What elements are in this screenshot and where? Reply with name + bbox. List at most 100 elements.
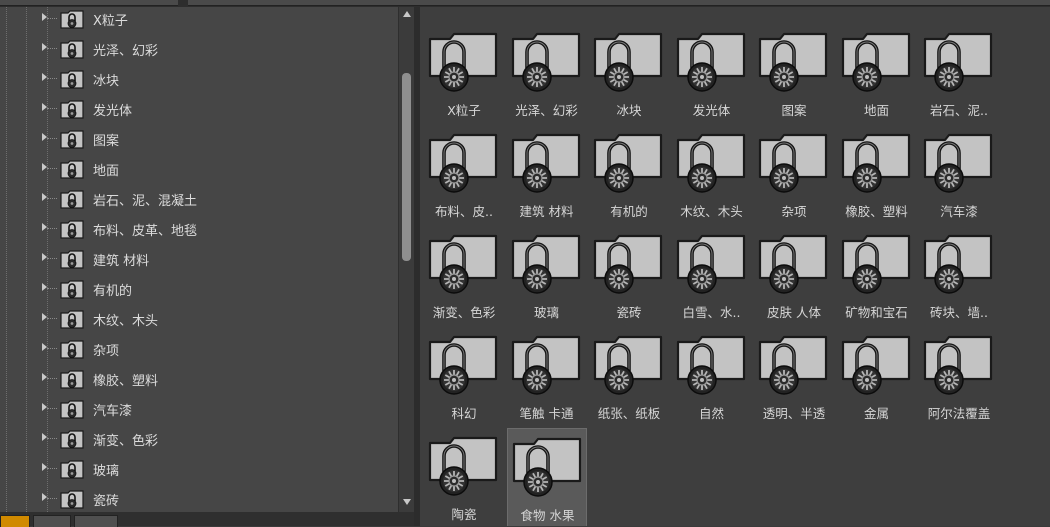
expand-arrow-icon[interactable] bbox=[42, 223, 47, 231]
scrollbar-thumb[interactable] bbox=[402, 73, 411, 261]
expand-arrow-icon[interactable] bbox=[42, 163, 47, 171]
tree-item[interactable]: 渐变、色彩 bbox=[0, 424, 398, 454]
scroll-up-arrow-icon[interactable] bbox=[403, 11, 411, 17]
tree-item[interactable]: 有机的 bbox=[0, 274, 398, 304]
locked-folder-icon bbox=[676, 30, 748, 94]
locked-folder-icon bbox=[60, 10, 84, 29]
material-folder-tile[interactable]: 砖块、墙.. bbox=[919, 226, 997, 323]
material-folder-tile[interactable]: 纸张、纸板 bbox=[589, 327, 667, 424]
expand-arrow-icon[interactable] bbox=[42, 343, 47, 351]
locked-folder-icon bbox=[60, 159, 84, 179]
locked-folder-icon bbox=[511, 131, 583, 195]
material-folder-tile[interactable]: 光泽、幻彩 bbox=[507, 24, 585, 121]
material-folder-tile[interactable]: 岩石、泥.. bbox=[919, 24, 997, 121]
expand-arrow-icon[interactable] bbox=[42, 433, 47, 441]
tree-item[interactable]: 建筑 材料 bbox=[0, 244, 398, 274]
tree-item[interactable]: 发光体 bbox=[0, 94, 398, 124]
material-folder-tile[interactable]: 自然 bbox=[672, 327, 750, 424]
folder-tile-label: 笔触 卡通 bbox=[519, 406, 574, 421]
tree-item[interactable]: 汽车漆 bbox=[0, 394, 398, 424]
material-folder-tile[interactable]: 白雪、水.. bbox=[672, 226, 750, 323]
material-folder-tile[interactable]: 橡胶、塑料 bbox=[837, 125, 915, 222]
material-folder-tile[interactable]: 木纹、木头 bbox=[672, 125, 750, 222]
tree-item[interactable]: 玻璃 bbox=[0, 454, 398, 484]
material-folder-tile[interactable]: 布料、皮.. bbox=[424, 125, 502, 222]
material-folder-tile[interactable]: 建筑 材料 bbox=[507, 125, 585, 222]
material-folder-tile[interactable]: 科幻 bbox=[424, 327, 502, 424]
tree-item[interactable]: 瓷砖 bbox=[0, 484, 398, 512]
tree-branch-line bbox=[47, 228, 57, 229]
folder-tile-label: 木纹、木头 bbox=[680, 204, 743, 219]
tree-item[interactable]: 橡胶、塑料 bbox=[0, 364, 398, 394]
toolbar-field-left[interactable] bbox=[0, 0, 178, 6]
locked-folder-icon bbox=[60, 310, 84, 329]
tree-item[interactable]: 光泽、幻彩 bbox=[0, 34, 398, 64]
tree-item[interactable]: 木纹、木头 bbox=[0, 304, 398, 334]
tree-item[interactable]: 地面 bbox=[0, 154, 398, 184]
tree-item[interactable]: 布料、皮革、地毯 bbox=[0, 214, 398, 244]
material-folder-tile[interactable]: 冰块 bbox=[589, 24, 667, 121]
expand-arrow-icon[interactable] bbox=[42, 193, 47, 201]
locked-folder-icon bbox=[428, 434, 500, 498]
folder-tile-label: 汽车漆 bbox=[940, 204, 978, 219]
tree-item[interactable]: 杂项 bbox=[0, 334, 398, 364]
material-folder-tile[interactable]: 图案 bbox=[754, 24, 832, 121]
toolbar-field-right[interactable] bbox=[188, 0, 1050, 6]
material-folder-tile[interactable]: 渐变、色彩 bbox=[424, 226, 502, 323]
expand-arrow-icon[interactable] bbox=[42, 73, 47, 81]
locked-folder-icon bbox=[676, 335, 745, 395]
material-folder-tile[interactable]: 透明、半透 bbox=[754, 327, 832, 424]
material-folder-tile[interactable]: 食物 水果 bbox=[506, 428, 587, 526]
material-folder-tile[interactable]: X粒子 bbox=[424, 24, 502, 121]
tree-item[interactable]: 岩石、泥、混凝土 bbox=[0, 184, 398, 214]
locked-folder-icon bbox=[60, 100, 84, 119]
material-folder-tile[interactable]: 矿物和宝石 bbox=[837, 226, 915, 323]
panel-tab-active[interactable] bbox=[0, 515, 30, 527]
expand-arrow-icon[interactable] bbox=[42, 463, 47, 471]
locked-folder-icon bbox=[428, 234, 498, 294]
tree-item-label: 渐变、色彩 bbox=[93, 434, 159, 449]
tree-item[interactable]: 图案 bbox=[0, 124, 398, 154]
panel-tab[interactable] bbox=[74, 515, 118, 527]
folder-tile-label: 科幻 bbox=[451, 406, 477, 421]
expand-arrow-icon[interactable] bbox=[42, 493, 47, 501]
tree-item[interactable]: X粒子 bbox=[0, 7, 398, 34]
material-folder-tile[interactable]: 地面 bbox=[837, 24, 915, 121]
tree-branch-line bbox=[47, 318, 57, 319]
scroll-down-arrow-icon[interactable] bbox=[403, 499, 411, 505]
tree-item-label: 建筑 材料 bbox=[93, 254, 150, 269]
locked-folder-icon bbox=[593, 335, 663, 395]
folder-tile-label: 自然 bbox=[698, 406, 724, 421]
locked-folder-icon bbox=[923, 333, 995, 397]
folder-tile-label: 白雪、水.. bbox=[682, 305, 741, 320]
material-folder-tile[interactable]: 阿尔法覆盖 bbox=[919, 327, 997, 424]
expand-arrow-icon[interactable] bbox=[42, 43, 47, 51]
material-folder-tile[interactable]: 发光体 bbox=[672, 24, 750, 121]
locked-folder-icon bbox=[60, 490, 84, 509]
material-folder-tile[interactable]: 瓷砖 bbox=[589, 226, 667, 323]
expand-arrow-icon[interactable] bbox=[42, 103, 47, 111]
locked-folder-icon bbox=[923, 335, 993, 395]
material-folder-tile[interactable]: 皮肤 人体 bbox=[754, 226, 832, 323]
locked-folder-icon bbox=[60, 190, 84, 209]
expand-arrow-icon[interactable] bbox=[42, 313, 47, 321]
panel-tab[interactable] bbox=[33, 515, 71, 527]
locked-folder-icon bbox=[60, 219, 84, 239]
material-folder-tile[interactable]: 陶瓷 bbox=[424, 428, 502, 525]
material-folder-tile[interactable]: 玻璃 bbox=[507, 226, 585, 323]
expand-arrow-icon[interactable] bbox=[42, 283, 47, 291]
expand-arrow-icon[interactable] bbox=[42, 253, 47, 261]
material-folder-tile[interactable]: 有机的 bbox=[589, 125, 667, 222]
tree-item[interactable]: 冰块 bbox=[0, 64, 398, 94]
material-folder-tile[interactable]: 笔触 卡通 bbox=[507, 327, 585, 424]
expand-arrow-icon[interactable] bbox=[42, 373, 47, 381]
expand-arrow-icon[interactable] bbox=[42, 403, 47, 411]
locked-folder-icon bbox=[676, 234, 745, 294]
locked-folder-icon bbox=[758, 133, 828, 193]
material-folder-tile[interactable]: 汽车漆 bbox=[919, 125, 997, 222]
material-folder-tile[interactable]: 杂项 bbox=[754, 125, 832, 222]
expand-arrow-icon[interactable] bbox=[42, 133, 47, 141]
tree-scrollbar[interactable] bbox=[398, 7, 414, 512]
material-folder-tile[interactable]: 金属 bbox=[837, 327, 915, 424]
expand-arrow-icon[interactable] bbox=[42, 13, 47, 21]
